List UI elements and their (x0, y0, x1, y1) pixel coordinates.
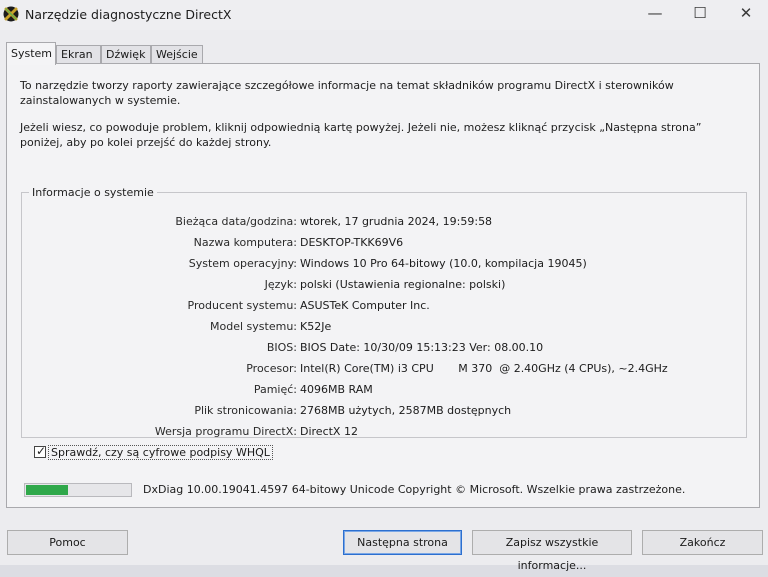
dxdiag-window: Narzędzie diagnostyczne DirectX — ☐ ✕ Sy… (0, 0, 768, 572)
title-bar[interactable]: Narzędzie diagnostyczne DirectX — ☐ ✕ (0, 0, 768, 30)
info-value: polski (Ustawienia regionalne: polski) (300, 278, 506, 291)
info-row-pagefile: Plik stronicowania: 2768MB użytych, 2587… (7, 403, 747, 419)
info-value: wtorek, 17 grudnia 2024, 19:59:58 (300, 215, 493, 228)
progress-fill (26, 485, 68, 495)
copyright-text: DxDiag 10.00.19041.4597 64-bitowy Unicod… (143, 483, 686, 496)
info-row-computer-name: Nazwa komputera: DESKTOP-TKK69V6 (7, 235, 747, 251)
save-all-info-button[interactable]: Zapisz wszystkie informacje... (472, 530, 632, 572)
info-row-os: System operacyjny: Windows 10 Pro 64-bit… (7, 256, 747, 272)
minimize-icon[interactable]: — (632, 0, 678, 28)
info-value: DirectX 12 (300, 425, 358, 438)
info-label: Nazwa komputera: (193, 236, 297, 249)
maximize-icon[interactable]: ☐ (677, 0, 723, 28)
info-label: Procesor: (246, 362, 297, 375)
info-row-memory: Pamięć: 4096MB RAM (7, 382, 747, 398)
info-label: Wersja programu DirectX: (154, 425, 297, 438)
info-value: Windows 10 Pro 64-bitowy (10.0, kompilac… (300, 257, 587, 270)
info-label: Producent systemu: (187, 299, 297, 312)
tab-wejscie[interactable]: Wejście (151, 45, 203, 63)
intro-paragraph: To narzędzie tworzy raporty zawierające … (20, 79, 674, 107)
help-button[interactable]: Pomoc (7, 530, 128, 555)
info-row-language: Język: polski (Ustawienia regionalne: po… (7, 277, 747, 293)
info-row-model: Model systemu: K52Je (7, 319, 747, 335)
close-icon[interactable]: ✕ (723, 0, 768, 28)
directx-icon (3, 6, 19, 22)
info-label: Bieżąca data/godzina: (175, 215, 297, 228)
tab-panel-system: To narzędzie tworzy raporty zawierające … (6, 63, 760, 508)
tab-dzwiek[interactable]: Dźwięk (101, 45, 151, 63)
info-label: Pamięć: (253, 383, 297, 396)
system-info-group-title: Informacje o systemie (29, 186, 157, 199)
info-label: Model systemu: (210, 320, 297, 333)
checkmark-icon: ✓ (36, 444, 47, 458)
whql-checkbox-label[interactable]: Sprawdź, czy są cyfrowe podpisy WHQL (48, 445, 273, 460)
info-row-bios: BIOS: BIOS Date: 10/30/09 15:13:23 Ver: … (7, 340, 747, 356)
info-value: DESKTOP-TKK69V6 (300, 236, 404, 249)
info-label: System operacyjny: (188, 257, 297, 270)
tab-system[interactable]: System (6, 42, 56, 65)
exit-button[interactable]: Zakończ (642, 530, 763, 555)
info-label: Język: (264, 278, 297, 291)
info-value: 2768MB użytych, 2587MB dostępnych (300, 404, 512, 417)
info-label: BIOS: (266, 341, 297, 354)
info-value: K52Je (300, 320, 332, 333)
info-value: ASUSTeK Computer Inc. (300, 299, 430, 312)
tab-ekran[interactable]: Ekran (56, 45, 101, 63)
info-row-datetime: Bieżąca data/godzina: wtorek, 17 grudnia… (7, 214, 747, 230)
info-label: Plik stronicowania: (194, 404, 297, 417)
info-value: BIOS Date: 10/30/09 15:13:23 Ver: 08.00.… (300, 341, 544, 354)
whql-checkbox[interactable]: ✓ (34, 444, 47, 458)
info-row-directx-version: Wersja programu DirectX: DirectX 12 (7, 424, 747, 440)
info-row-processor: Procesor: Intel(R) Core(TM) i3 CPU M 370… (7, 361, 747, 377)
next-page-button[interactable]: Następna strona (343, 530, 462, 555)
info-row-manufacturer: Producent systemu: ASUSTeK Computer Inc. (7, 298, 747, 314)
instructions-paragraph: Jeżeli wiesz, co powoduje problem, klikn… (20, 121, 702, 149)
info-value: Intel(R) Core(TM) i3 CPU M 370 @ 2.40GHz… (300, 362, 668, 375)
progress-bar (24, 483, 132, 497)
window-title: Narzędzie diagnostyczne DirectX (25, 7, 232, 22)
info-value: 4096MB RAM (300, 383, 373, 396)
